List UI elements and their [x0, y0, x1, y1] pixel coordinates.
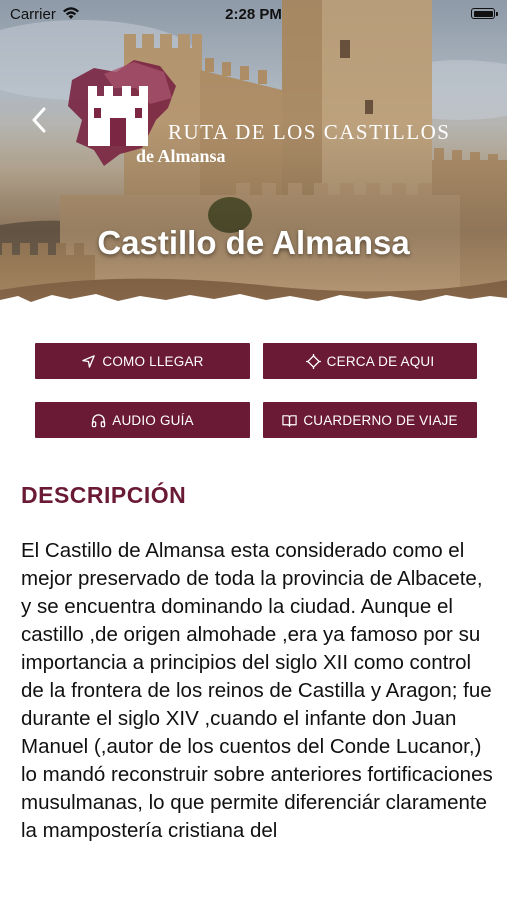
- how-to-get-there-label: COMO LLEGAR: [102, 353, 204, 369]
- travel-notebook-button[interactable]: CUARDERNO DE VIAJE: [263, 402, 477, 438]
- back-button[interactable]: [24, 100, 54, 140]
- location-target-icon: [305, 353, 321, 369]
- status-time: 2:28 PM: [225, 6, 282, 23]
- route-logo: RUTA DE LOS CASTILLOS de Almansa: [64, 58, 449, 170]
- audio-guide-label: AUDIO GUÍA: [112, 412, 194, 428]
- travel-notebook-label: CUARDERNO DE VIAJE: [303, 412, 458, 428]
- torn-edge: [0, 294, 507, 308]
- logo-title: RUTA DE LOS CASTILLOS: [168, 120, 451, 144]
- logo-subtitle: de Almansa: [136, 146, 226, 166]
- nearby-label: CERCA DE AQUI: [326, 353, 435, 369]
- nearby-button[interactable]: CERCA DE AQUI: [263, 343, 477, 379]
- battery-level: [473, 10, 493, 17]
- description-heading: DESCRIPCIÓN: [21, 482, 187, 508]
- status-bar: Carrier 2:28 PM: [0, 0, 507, 28]
- chevron-left-icon: [32, 107, 46, 133]
- navigation-arrow-icon: [82, 354, 96, 368]
- page-title: Castillo de Almansa: [97, 224, 410, 261]
- description-text: El Castillo de Almansa esta considerado …: [21, 539, 493, 842]
- how-to-get-there-button[interactable]: COMO LLEGAR: [35, 343, 250, 379]
- headphones-icon: [92, 413, 106, 427]
- book-icon: [282, 414, 297, 427]
- battery-icon: [471, 8, 498, 19]
- audio-guide-button[interactable]: AUDIO GUÍA: [35, 402, 250, 438]
